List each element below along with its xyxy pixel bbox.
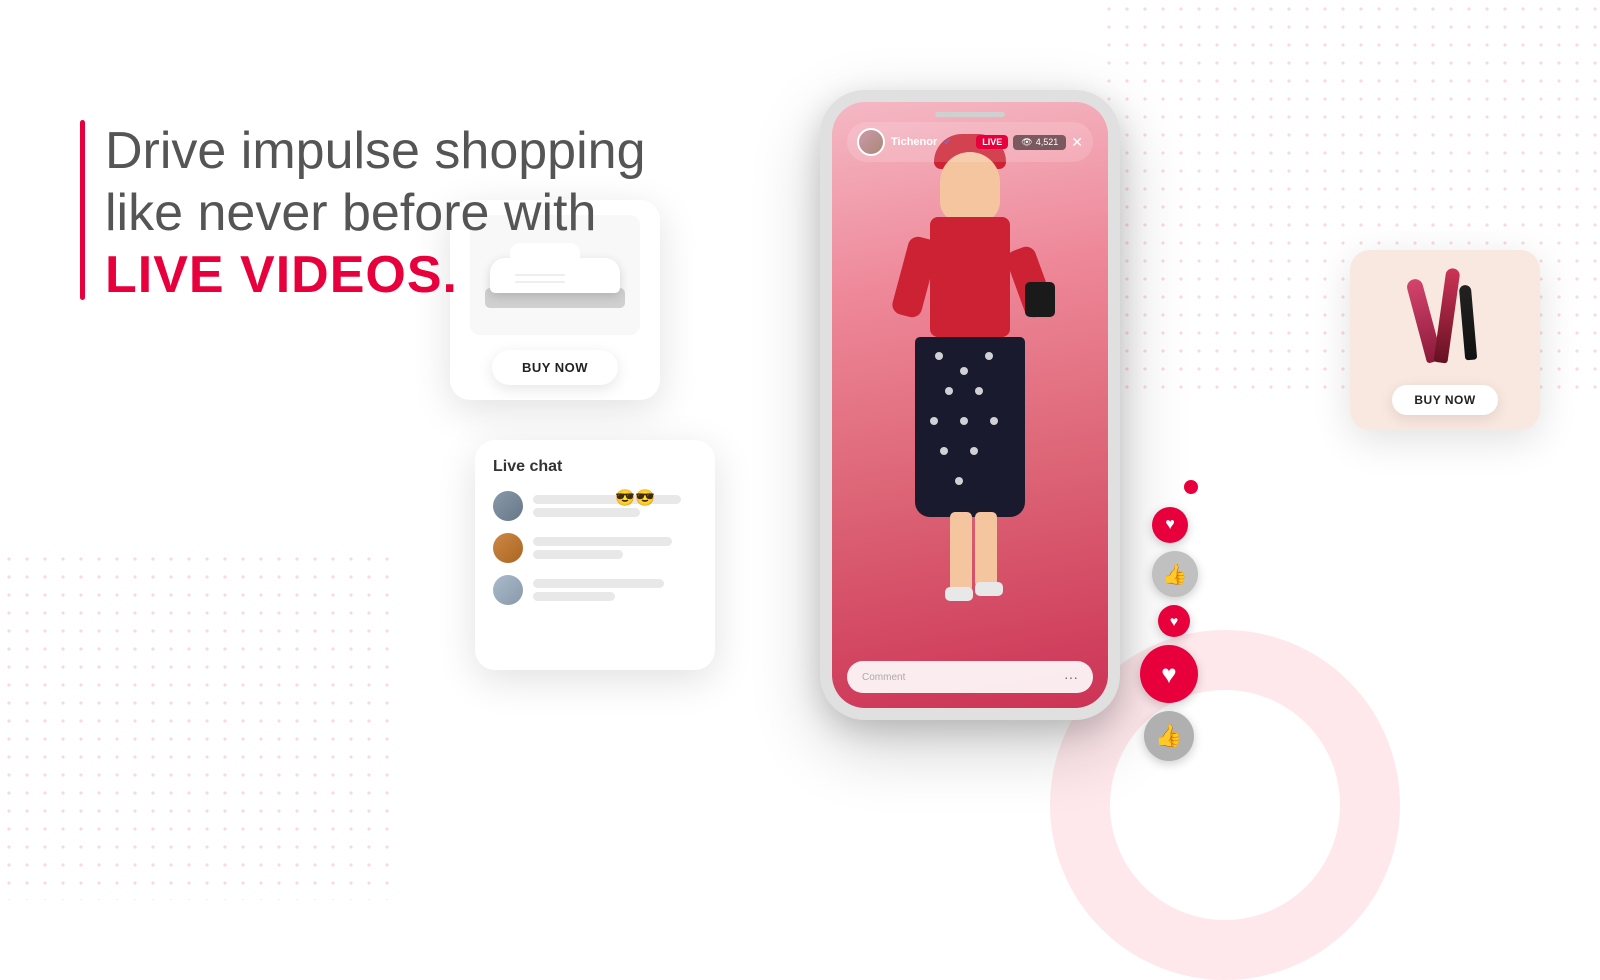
chat-avatar-3: [493, 575, 523, 605]
headline: Drive impulse shopping like never before…: [80, 120, 680, 305]
chat-message-3: [493, 575, 697, 605]
product-card-cosmetics: BUY NOW: [1350, 250, 1540, 430]
buy-now-button-sneakers[interactable]: BUY NOW: [492, 350, 618, 385]
accent-bar: [80, 120, 85, 300]
model-bag: [1025, 282, 1055, 317]
model-leg-left: [950, 512, 972, 592]
headline-line3: LIVE VIDEOS.: [105, 245, 680, 305]
comment-input[interactable]: Comment: [862, 672, 905, 683]
headline-line1: Drive impulse shopping: [105, 120, 680, 182]
chat-emoji: 😎😎: [615, 488, 655, 508]
model-head: [940, 152, 1000, 222]
phone-user-info: Tichenor ✓: [857, 128, 952, 156]
headline-line2: like never before with: [105, 182, 680, 244]
phone-body: Tichenor ✓ LIVE 👁 4,521 ✕: [820, 90, 1120, 720]
cosmetics-image: [1370, 260, 1520, 370]
viewers-badge: 👁 4,521: [1013, 135, 1066, 150]
heart-reaction-tiny: ♥: [1158, 605, 1190, 637]
heart-reaction-big: ♥: [1140, 645, 1198, 703]
verify-icon: ✓: [943, 137, 951, 148]
chat-messages: 😎😎: [493, 491, 697, 605]
model-arm-left: [890, 234, 940, 319]
chat-message-2: [493, 533, 697, 563]
shoe-right: [975, 582, 1003, 596]
live-badge: LIVE: [976, 135, 1008, 149]
dots-background-bottom-left: [0, 550, 400, 900]
reactions-panel: ♥ 👍 ♥ ♥ 👍: [1140, 480, 1198, 761]
close-button[interactable]: ✕: [1071, 134, 1083, 151]
comment-options[interactable]: ···: [1064, 669, 1078, 685]
live-chat-card: Live chat 😎😎: [475, 440, 715, 670]
phone-top-bar: Tichenor ✓ LIVE 👁 4,521 ✕: [847, 122, 1093, 162]
comment-bar[interactable]: Comment ···: [847, 661, 1093, 693]
phone-screen: Tichenor ✓ LIVE 👁 4,521 ✕: [832, 102, 1108, 708]
model-leg-right: [975, 512, 997, 587]
chat-avatar-1: [493, 491, 523, 521]
heart-reaction-small: ♥: [1152, 507, 1188, 543]
avatar: [857, 128, 885, 156]
phone-notch: [935, 112, 1005, 117]
model-skirt: [915, 337, 1025, 517]
viewer-count: 4,521: [1036, 137, 1059, 147]
model-display: [832, 152, 1108, 708]
shoe-left: [945, 587, 973, 601]
phone-mockup: Tichenor ✓ LIVE 👁 4,521 ✕: [820, 90, 1120, 720]
floating-dot-1: [1184, 480, 1198, 494]
hero-text-section: Drive impulse shopping like never before…: [80, 120, 680, 305]
eye-icon: 👁: [1021, 137, 1032, 148]
chat-avatar-2: [493, 533, 523, 563]
chat-message-1: [493, 491, 697, 521]
thumbs-reaction-2: 👍: [1144, 711, 1194, 761]
phone-username: Tichenor: [891, 136, 937, 148]
live-chat-title: Live chat: [493, 458, 697, 476]
model-body: [930, 217, 1010, 337]
buy-now-button-cosmetics[interactable]: BUY NOW: [1392, 385, 1497, 415]
thumbs-reaction-1: 👍: [1152, 551, 1198, 597]
phone-badges: LIVE 👁 4,521 ✕: [976, 134, 1083, 151]
